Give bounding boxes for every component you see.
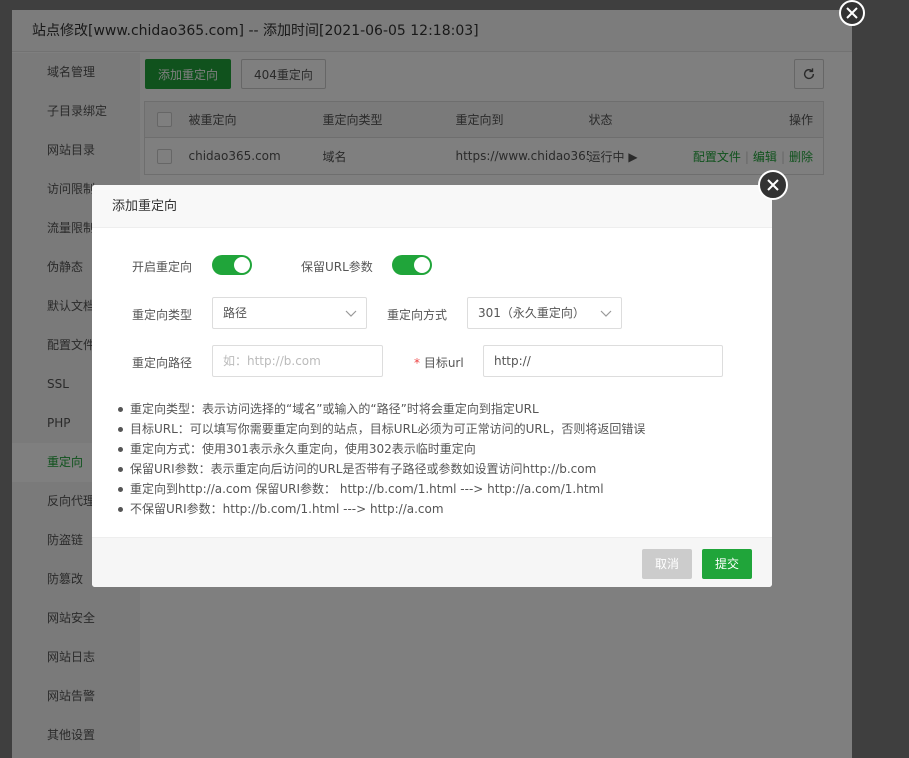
- close-icon: [767, 179, 779, 191]
- target-url-input[interactable]: [483, 345, 723, 377]
- modal-footer: 取消 提交: [92, 537, 772, 587]
- help-item: 保留URI参数：表示重定向后访问的URL是否带有子路径或参数如设置访问http:…: [118, 459, 645, 479]
- modal-close-button[interactable]: [758, 170, 788, 200]
- redirect-type-select[interactable]: 路径: [212, 297, 367, 329]
- site-edit-close-button[interactable]: [839, 0, 865, 26]
- redirect-path-label: 重定向路径: [132, 356, 193, 370]
- cancel-button[interactable]: 取消: [642, 549, 693, 579]
- redirect-method-select[interactable]: 301（永久重定向）: [467, 297, 622, 329]
- help-item: 重定向到http://a.com 保留URI参数： http://b.com/1…: [118, 479, 645, 499]
- close-icon: [846, 7, 858, 19]
- help-item: 重定向类型：表示访问选择的“域名”或输入的“路径”时将会重定向到指定URL: [118, 399, 645, 419]
- redirect-type-label: 重定向类型: [132, 308, 193, 322]
- modal-title: 添加重定向: [92, 185, 772, 228]
- keep-url-params-toggle[interactable]: [392, 255, 432, 275]
- chevron-down-icon: [345, 310, 357, 317]
- submit-button[interactable]: 提交: [702, 549, 753, 579]
- enable-redirect-label: 开启重定向: [132, 260, 193, 274]
- help-item: 重定向方式：使用301表示永久重定向，使用302表示临时重定向: [118, 439, 645, 459]
- keep-url-params-label: 保留URL参数: [301, 260, 373, 274]
- help-item: 不保留URI参数：http://b.com/1.html ---> http:/…: [118, 499, 645, 519]
- add-redirect-modal: 添加重定向 开启重定向 保留URL参数 重定向类型 路径 重定向方式 301（永…: [92, 170, 788, 587]
- target-url-label: 目标url: [423, 356, 464, 370]
- chevron-down-icon: [600, 310, 612, 317]
- help-list: 重定向类型：表示访问选择的“域名”或输入的“路径”时将会重定向到指定URL 目标…: [118, 399, 645, 519]
- redirect-method-label: 重定向方式: [387, 308, 448, 322]
- enable-redirect-toggle[interactable]: [212, 255, 252, 275]
- redirect-path-input[interactable]: [212, 345, 383, 377]
- help-item: 目标URL：可以填写你需要重定向到的站点，目标URL必须为可正常访问的URL，否…: [118, 419, 645, 439]
